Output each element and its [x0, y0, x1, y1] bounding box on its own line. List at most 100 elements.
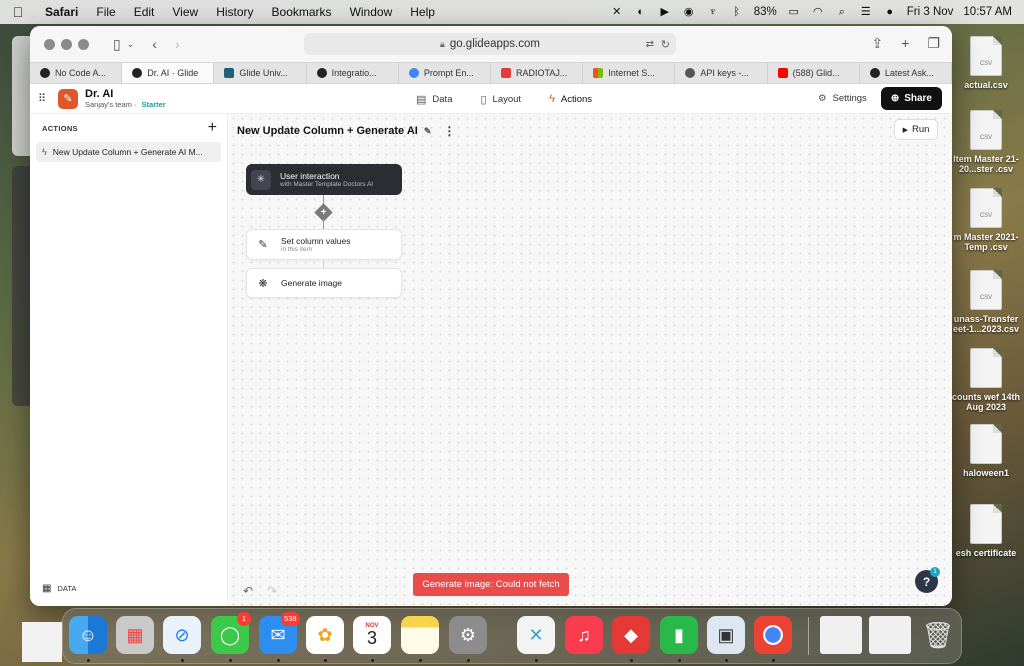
- more-options-icon[interactable]: ⋮: [443, 124, 455, 138]
- trigger-node[interactable]: ✳ User interaction with Master Template …: [246, 164, 402, 195]
- app-identity[interactable]: Dr. AI Sanjay's team · Starter: [85, 88, 166, 109]
- menu-file[interactable]: File: [87, 5, 124, 19]
- desktop-file[interactable]: esh certificate: [948, 504, 1024, 558]
- minimize-window-button[interactable]: [61, 38, 72, 50]
- desktop-file[interactable]: haloween1: [948, 424, 1024, 478]
- edit-icon[interactable]: ✎: [424, 126, 432, 137]
- menu-window[interactable]: Window: [341, 5, 402, 19]
- antenna-icon[interactable]: ♆: [706, 6, 720, 18]
- trigger-text: User interaction with Master Template Do…: [280, 171, 373, 189]
- app-grid-icon[interactable]: ⠿: [38, 92, 52, 105]
- screen-record-icon[interactable]: ◉: [682, 6, 696, 18]
- anydesk-icon[interactable]: ◆: [612, 616, 650, 654]
- safari-icon[interactable]: ⊘: [163, 616, 201, 654]
- app-team: Sanjay's team · Starter: [85, 99, 166, 109]
- browser-tab[interactable]: RADIOTAJ...: [491, 63, 584, 83]
- app-logo-icon[interactable]: ✎: [58, 88, 78, 109]
- reload-icon[interactable]: ↻: [661, 38, 670, 51]
- undo-icon[interactable]: ↶: [243, 584, 253, 598]
- control-center-icon[interactable]: ☰: [859, 6, 873, 18]
- desktop-file[interactable]: CSV Item Master 21-20...ster .csv: [948, 110, 1024, 174]
- file-name: esh certificate: [955, 548, 1017, 558]
- browser-tab[interactable]: (588) Glid...: [768, 63, 860, 83]
- tab-actions[interactable]: ϟ Actions: [535, 84, 606, 114]
- launchpad-icon[interactable]: ▦: [116, 616, 154, 654]
- finder-icon[interactable]: ☺: [69, 616, 107, 654]
- desktop-file[interactable]: CSV actual.csv: [948, 36, 1024, 90]
- dock-separator: [808, 617, 809, 655]
- add-action-button[interactable]: +: [208, 120, 217, 136]
- plus-icon[interactable]: +: [317, 206, 330, 219]
- bolt-icon: ϟ: [549, 93, 555, 105]
- battery-icon[interactable]: ▭: [787, 6, 801, 18]
- browser-tab[interactable]: Glide Univ...: [214, 63, 307, 83]
- desktop-file[interactable]: CSV m Master 2021-Temp .csv: [948, 188, 1024, 252]
- step-node-set-column[interactable]: ✎ Set column values in this item: [246, 229, 402, 260]
- tab-overview-icon[interactable]: ❐: [927, 35, 940, 52]
- menu-history[interactable]: History: [207, 5, 262, 19]
- running-indicator: [535, 659, 538, 662]
- siri-icon[interactable]: ●: [883, 6, 897, 18]
- share-button[interactable]: ⊕ Share: [880, 87, 942, 110]
- system-settings-icon[interactable]: ⚙: [449, 616, 487, 654]
- favicon-icon: [132, 68, 143, 78]
- menu-app[interactable]: Safari: [36, 5, 87, 19]
- photos-icon[interactable]: ✿: [306, 616, 344, 654]
- step-node-generate-image[interactable]: ❋ Generate image: [246, 268, 402, 298]
- workflow-canvas[interactable]: New Update Column + Generate AI ✎ ⋮ ▶ Ru…: [229, 114, 952, 606]
- desktop-file[interactable]: CSV unass-Transfer eet-1...2023.csv: [948, 270, 1024, 334]
- browser-tab[interactable]: Latest Ask...: [860, 63, 952, 83]
- menu-help[interactable]: Help: [401, 5, 444, 19]
- music-icon[interactable]: ♫: [565, 616, 603, 654]
- menu-bookmarks[interactable]: Bookmarks: [263, 5, 341, 19]
- translate-icon[interactable]: ⇄: [646, 39, 654, 50]
- mic-off-icon[interactable]: ✕: [610, 6, 624, 18]
- search-icon[interactable]: ⌕: [835, 6, 849, 18]
- favicon-icon: [501, 68, 512, 78]
- xcode-cleaner-icon[interactable]: ✕: [517, 616, 555, 654]
- data-editor-button[interactable]: ▦ DATA: [42, 583, 76, 594]
- preview-icon[interactable]: ▣: [707, 616, 745, 654]
- browser-tab[interactable]: Prompt En...: [399, 63, 492, 83]
- run-button[interactable]: ▶ Run: [894, 119, 938, 140]
- browser-tab[interactable]: Integratio...: [307, 63, 399, 83]
- forward-icon[interactable]: ›: [175, 36, 180, 52]
- minimized-window-thumbnail[interactable]: [869, 616, 911, 654]
- share-icon[interactable]: ⇪: [872, 35, 884, 52]
- tab-layout[interactable]: ▯ Layout: [466, 84, 535, 114]
- minimized-window-thumbnail[interactable]: [820, 616, 862, 654]
- close-window-button[interactable]: [44, 38, 55, 50]
- settings-button[interactable]: ⚙ Settings: [818, 93, 867, 104]
- zoom-window-button[interactable]: [78, 38, 89, 50]
- desktop-file[interactable]: counts wef 14th Aug 2023: [948, 348, 1024, 412]
- calendar-icon[interactable]: NOV 3: [353, 616, 391, 654]
- bluetooth-icon[interactable]: ᛒ: [730, 6, 744, 18]
- redo-icon[interactable]: ↷: [267, 584, 277, 598]
- running-indicator: [419, 659, 422, 662]
- chevron-down-icon[interactable]: ⌄: [127, 39, 135, 50]
- sidebar-item-action[interactable]: ϟ New Update Column + Generate AI M...: [36, 142, 221, 162]
- menu-edit[interactable]: Edit: [125, 5, 164, 19]
- address-bar[interactable]: 🔒︎ go.glideapps.com ⇄ ↻: [304, 33, 676, 55]
- running-indicator: [87, 659, 90, 662]
- play-icon[interactable]: ▶: [658, 6, 672, 18]
- tab-data[interactable]: ▤ Data: [402, 84, 466, 114]
- shazam-icon[interactable]: ◐: [634, 6, 648, 18]
- apple-icon[interactable]: : [0, 4, 36, 20]
- wifi-icon[interactable]: ◠: [811, 6, 825, 18]
- browser-tab[interactable]: API keys -...: [675, 63, 768, 83]
- back-icon[interactable]: ‹: [152, 36, 157, 52]
- sidebar-toggle-icon[interactable]: ▯: [113, 36, 121, 53]
- browser-tab[interactable]: Internet S...: [583, 63, 676, 83]
- trash-icon[interactable]: 🗑︎: [919, 616, 957, 654]
- notes-icon[interactable]: [401, 616, 439, 654]
- menubar-time[interactable]: 10:57 AM: [963, 6, 1012, 18]
- trigger-title: User interaction: [280, 170, 340, 181]
- chrome-icon[interactable]: [754, 616, 792, 654]
- menu-view[interactable]: View: [163, 5, 207, 19]
- new-tab-icon[interactable]: +: [901, 35, 909, 52]
- numbers-icon[interactable]: ▮: [660, 616, 698, 654]
- menubar-date[interactable]: Fri 3 Nov: [907, 6, 954, 18]
- browser-tab-active[interactable]: Dr. AI · Glide: [122, 63, 215, 83]
- browser-tab[interactable]: No Code A...: [30, 63, 123, 83]
